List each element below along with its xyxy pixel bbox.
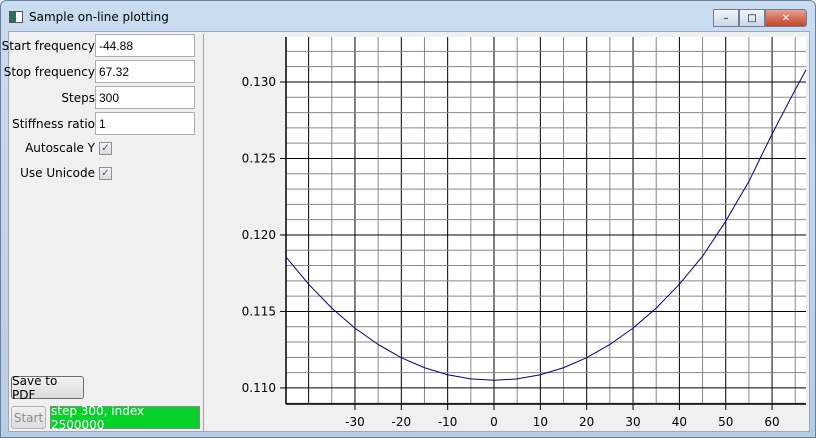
- y-tick-label: 0.130: [242, 75, 276, 89]
- x-tick-label: 50: [718, 415, 733, 429]
- autoscale-y-checkbox[interactable]: ✓: [99, 142, 112, 155]
- steps-input[interactable]: [95, 86, 195, 109]
- plot-panel: -30 -20 -10 0 10 20 30 40 50 60 0.110 0.115 0.120 0.1…: [203, 34, 809, 431]
- x-tick-label: -30: [345, 415, 365, 429]
- autoscale-y-label: Autoscale Y: [25, 141, 95, 155]
- start-button[interactable]: Start: [11, 406, 46, 429]
- start-frequency-label: Start frequency: [1, 39, 95, 53]
- x-tick-label: 30: [625, 415, 640, 429]
- client-area: Start frequency Stop frequency Steps Sti…: [2, 31, 810, 432]
- plot-area: [286, 37, 806, 404]
- x-tick-label: -20: [392, 415, 412, 429]
- stop-frequency-label: Stop frequency: [3, 65, 95, 79]
- x-tick-label: 0: [490, 415, 498, 429]
- start-frequency-input[interactable]: [95, 34, 195, 57]
- title-bar: Sample on-line plotting: [9, 7, 169, 27]
- maximize-button[interactable]: □: [739, 9, 765, 27]
- progress-bar: step 300, index 2500000: [50, 403, 200, 432]
- x-tick-label: 10: [533, 415, 548, 429]
- x-tick-label: -10: [438, 415, 458, 429]
- minimize-button[interactable]: –: [713, 9, 739, 27]
- use-unicode-label: Use Unicode: [20, 166, 95, 180]
- stop-frequency-input[interactable]: [95, 60, 195, 83]
- x-tick-label: 40: [672, 415, 687, 429]
- window-title: Sample on-line plotting: [29, 10, 169, 24]
- y-tick-label: 0.120: [242, 228, 276, 242]
- y-tick-label: 0.110: [242, 381, 276, 395]
- stiffness-ratio-label: Stiffness ratio: [12, 117, 95, 131]
- main-window: Sample on-line plotting – □ ✕ Start freq…: [0, 0, 816, 438]
- progress-text: step 300, index 2500000: [51, 403, 145, 432]
- app-icon: [9, 11, 23, 23]
- y-tick-label: 0.125: [242, 151, 276, 165]
- steps-label: Steps: [61, 91, 95, 105]
- use-unicode-checkbox[interactable]: ✓: [99, 167, 112, 180]
- y-tick-label: 0.115: [242, 304, 276, 318]
- x-tick-label: 60: [764, 415, 779, 429]
- x-tick-label: 20: [579, 415, 594, 429]
- stiffness-ratio-input[interactable]: [95, 112, 195, 135]
- plot-chart: -30 -20 -10 0 10 20 30 40 50 60 0.110 0.115 0.120 0.1…: [242, 37, 807, 429]
- save-to-pdf-button[interactable]: Save to PDF: [11, 374, 84, 402]
- close-button[interactable]: ✕: [765, 9, 807, 27]
